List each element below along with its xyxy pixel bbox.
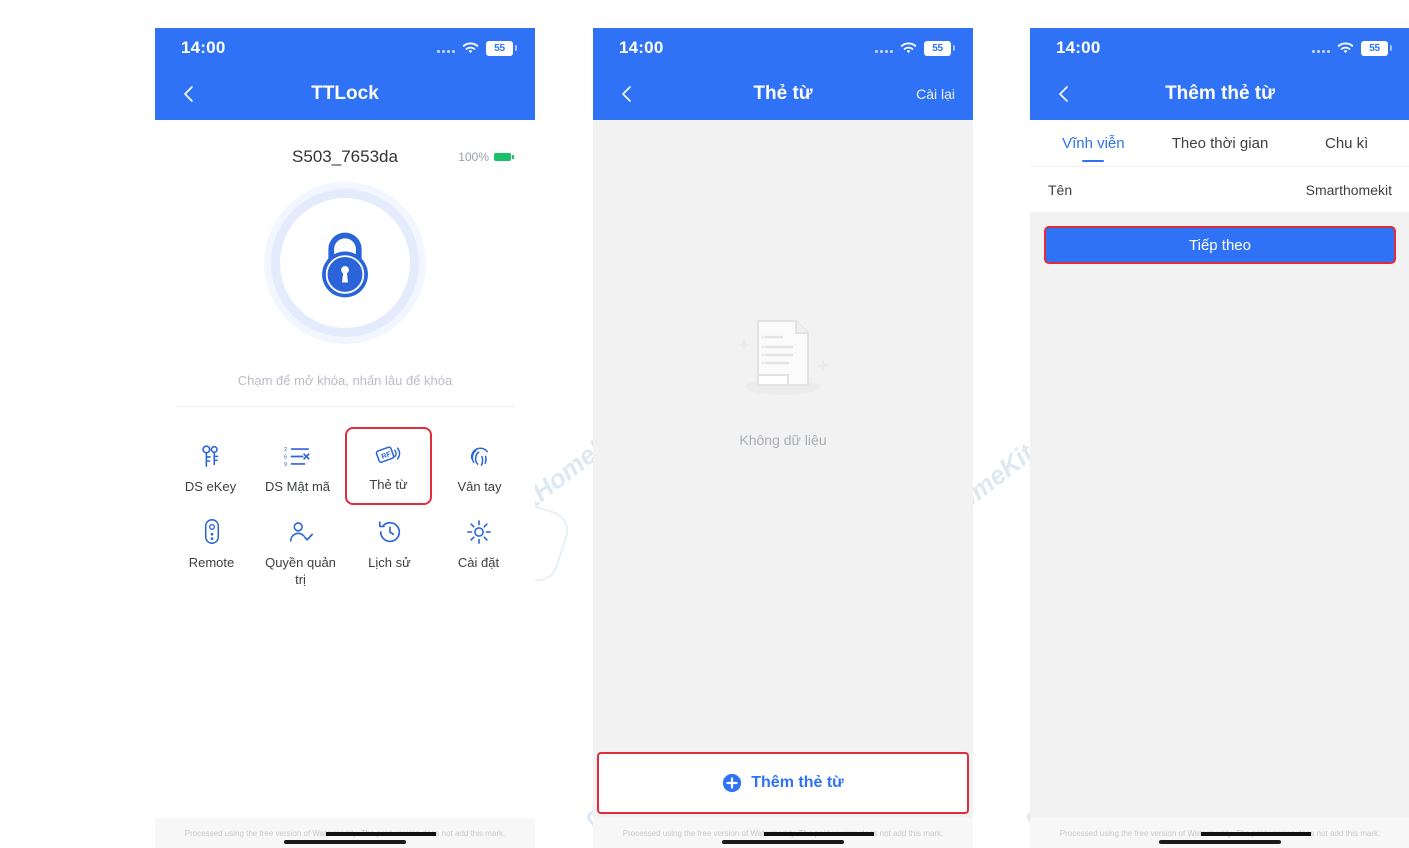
feature-grid-row: Remote Quyền quản trị Lịch sử Cài đặt <box>167 503 523 596</box>
grid-item-label: DS eKey <box>184 479 237 494</box>
back-arrow-icon[interactable] <box>173 77 207 111</box>
back-arrow-icon[interactable] <box>1048 77 1082 111</box>
grid-item-passcode[interactable]: 2 6 9 DS Mật mã <box>254 429 341 503</box>
grid-item-label: Lịch sử <box>368 555 411 571</box>
footer-watermark-text: Processed using the free version of Wate… <box>622 828 944 838</box>
grid-item-ekey[interactable]: DS eKey <box>167 429 254 503</box>
nav-bar: Thêm thẻ từ <box>1030 68 1409 120</box>
svg-text:9: 9 <box>284 462 287 468</box>
lock-hint-text: Chạm để mở khóa, nhấn lâu để khóa <box>237 373 453 388</box>
phone-screen-add-card: 14:00 55 Thêm thẻ từ Vĩnh viễn Theo thời… <box>1030 28 1409 848</box>
name-field-label: Tên <box>1048 181 1073 198</box>
svg-text:2: 2 <box>284 447 287 453</box>
reset-button[interactable]: Cài lại <box>916 86 955 102</box>
empty-state-text: Không dữ liệu <box>739 431 827 448</box>
history-clock-icon <box>377 515 403 545</box>
feature-grid: DS eKey 2 6 9 DS Mật mã RF Thẻ từ Vân ta… <box>155 407 535 596</box>
footer-watermark: Processed using the free version of Wate… <box>593 818 973 848</box>
footer-watermark: Processed using the free version of Wate… <box>1030 818 1409 848</box>
gear-icon <box>466 515 492 545</box>
next-button-wrapper: Tiếp theo <box>1030 212 1409 264</box>
lock-toggle-button[interactable] <box>271 189 419 337</box>
grid-item-label: Cài đặt <box>457 555 500 571</box>
svg-text:6: 6 <box>284 454 287 460</box>
grid-item-settings[interactable]: Cài đặt <box>434 503 523 596</box>
tab-permanent[interactable]: Vĩnh viễn <box>1030 120 1157 166</box>
tab-label: Chu kì <box>1325 134 1369 152</box>
home-indicator <box>722 840 844 844</box>
battery-full-icon <box>494 153 514 161</box>
page-title: TTLock <box>311 83 379 104</box>
passcode-list-icon: 2 6 9 <box>284 439 312 469</box>
grid-item-label: Quyền quản trị <box>265 555 336 587</box>
footer-watermark-text: Processed using the free version of Wate… <box>1059 828 1381 838</box>
signal-dots-icon <box>437 43 455 53</box>
tab-timed[interactable]: Theo thời gian <box>1157 120 1284 166</box>
fingerprint-icon <box>466 439 493 469</box>
grid-item-label: Remote <box>188 555 235 571</box>
footer-watermark: Processed using the free version of Wate… <box>155 818 535 848</box>
feature-grid-row: DS eKey 2 6 9 DS Mật mã RF Thẻ từ Vân ta… <box>167 427 523 506</box>
add-card-label: Thêm thẻ từ <box>751 774 844 791</box>
status-bar: 14:00 55 <box>155 28 535 68</box>
page-title: Thêm thẻ từ <box>1165 83 1275 104</box>
wifi-icon <box>462 42 479 55</box>
add-card-content: Vĩnh viễn Theo thời gian Chu kì Tên Smar… <box>1030 120 1409 848</box>
no-data-document-icon <box>728 305 838 410</box>
screenshot-stage: SmartHomeKit SmartHomeKit SmartHomeKit S… <box>0 0 1409 848</box>
grid-item-admin[interactable]: Quyền quản trị <box>256 503 345 596</box>
status-bar: 14:00 55 <box>1030 28 1409 68</box>
wifi-icon <box>1337 42 1354 55</box>
phone-screen-card-list: 14:00 55 Thẻ từ Cài lại Không dữ liệu Th… <box>593 28 973 848</box>
plus-circle-icon <box>722 773 742 793</box>
grid-item-label: DS Mật mã <box>264 479 330 494</box>
admin-user-icon <box>287 515 315 545</box>
add-card-button[interactable]: Thêm thẻ từ <box>597 752 969 814</box>
padlock-icon <box>322 232 368 298</box>
grid-item-history[interactable]: Lịch sử <box>345 503 434 596</box>
phone-screen-ttlock-home: 14:00 55 TTLock S503_7653da 100% Chạm để… <box>155 28 535 848</box>
status-clock: 14:00 <box>181 38 226 57</box>
device-name: S503_7653da <box>292 147 398 166</box>
grid-item-card[interactable]: RF Thẻ từ <box>345 427 432 506</box>
name-field-value[interactable]: Smarthomekit <box>1306 182 1392 198</box>
next-button-label: Tiếp theo <box>1189 236 1251 254</box>
grid-item-label: Vân tay <box>457 479 502 494</box>
grid-item-remote[interactable]: Remote <box>167 503 256 596</box>
validity-tabs: Vĩnh viễn Theo thời gian Chu kì <box>1030 120 1409 166</box>
key-icon <box>198 439 224 469</box>
tab-recurring[interactable]: Chu kì <box>1283 120 1409 166</box>
card-list-content: Không dữ liệu Thêm thẻ từ Processed usin… <box>593 120 973 848</box>
name-field-row[interactable]: Tên Smarthomekit <box>1030 166 1409 212</box>
status-clock: 14:00 <box>1056 38 1101 57</box>
home-indicator <box>1159 840 1281 844</box>
nav-bar: TTLock <box>155 68 535 120</box>
status-battery: 55 <box>1361 40 1392 56</box>
empty-state: Không dữ liệu <box>593 28 973 752</box>
tab-label: Vĩnh viễn <box>1062 134 1125 152</box>
status-battery: 55 <box>486 40 517 56</box>
grid-item-label: Thẻ từ <box>369 477 408 492</box>
home-indicator <box>284 840 406 844</box>
next-button[interactable]: Tiếp theo <box>1044 226 1396 264</box>
remote-icon <box>203 515 221 545</box>
device-battery: 100% <box>458 150 514 164</box>
grid-item-fingerprint[interactable]: Vân tay <box>436 429 523 503</box>
rf-card-icon: RF <box>375 437 402 467</box>
battery-percent-label: 100% <box>458 150 489 164</box>
signal-dots-icon <box>1312 43 1330 53</box>
tab-label: Theo thời gian <box>1171 134 1269 152</box>
footer-watermark-text: Processed using the free version of Wate… <box>184 828 506 838</box>
home-content: S503_7653da 100% Chạm để mở khóa, nhấn l… <box>155 120 535 848</box>
